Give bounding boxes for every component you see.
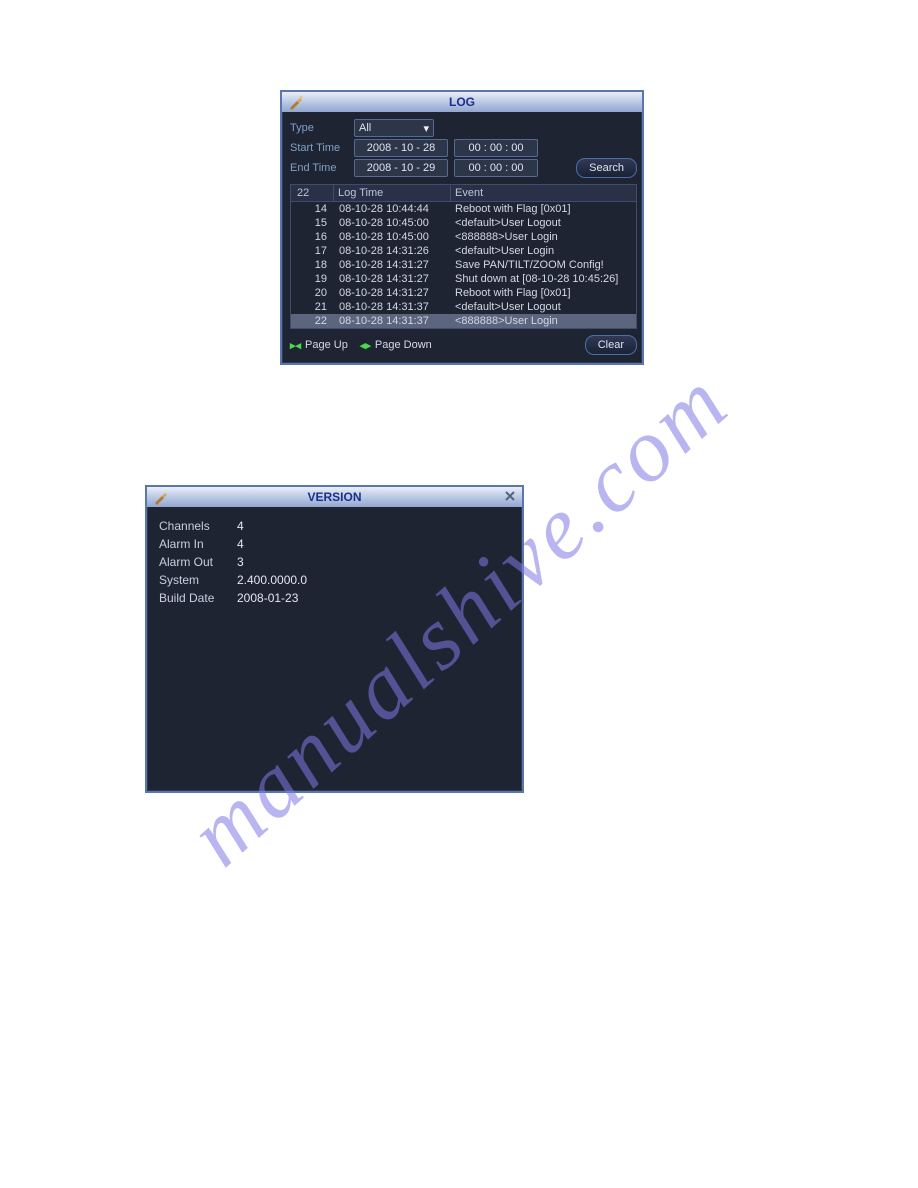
log-app-icon xyxy=(288,94,304,110)
log-row-time: 08-10-28 14:31:27 xyxy=(335,286,451,300)
log-row-index: 14 xyxy=(291,202,335,216)
page-up-button[interactable]: ▸◂ Page Up xyxy=(290,339,348,352)
log-time-header: Log Time xyxy=(334,185,451,201)
log-row-index: 21 xyxy=(291,300,335,314)
version-row: Alarm Out 3 xyxy=(159,553,510,571)
log-count-header: 22 xyxy=(291,185,334,201)
log-row-index: 22 xyxy=(291,314,335,328)
page-up-icon: ▸◂ xyxy=(290,339,301,352)
log-row[interactable]: 1708-10-28 14:31:26<default>User Login xyxy=(291,244,636,258)
log-row[interactable]: 1608-10-28 10:45:00<888888>User Login xyxy=(291,230,636,244)
log-titlebar: LOG xyxy=(282,92,642,112)
log-row[interactable]: 2008-10-28 14:31:27Reboot with Flag [0x0… xyxy=(291,286,636,300)
version-value: 4 xyxy=(237,517,244,535)
log-row[interactable]: 2108-10-28 14:31:37<default>User Logout xyxy=(291,300,636,314)
chevron-down-icon: ▾ xyxy=(423,122,429,135)
log-row[interactable]: 2208-10-28 14:31:37<888888>User Login xyxy=(291,314,636,328)
type-select-value: All xyxy=(359,122,371,134)
end-time-label: End Time xyxy=(290,162,348,174)
search-button[interactable]: Search xyxy=(576,158,637,178)
log-row[interactable]: 1908-10-28 14:31:27Shut down at [08-10-2… xyxy=(291,272,636,286)
close-button[interactable] xyxy=(502,488,518,504)
version-value: 3 xyxy=(237,553,244,571)
version-window: VERSION Channels4Alarm In4Alarm Out3Syst… xyxy=(145,485,524,793)
log-row-event: Reboot with Flag [0x01] xyxy=(451,202,636,216)
page-down-label: Page Down xyxy=(375,339,432,351)
log-row-event: <888888>User Login xyxy=(451,230,636,244)
log-row-index: 20 xyxy=(291,286,335,300)
log-row-event: Reboot with Flag [0x01] xyxy=(451,286,636,300)
log-row-event: <default>User Logout xyxy=(451,216,636,230)
version-titlebar: VERSION xyxy=(147,487,522,507)
log-row-event: <888888>User Login xyxy=(451,314,636,328)
log-row-time: 08-10-28 14:31:26 xyxy=(335,244,451,258)
version-app-icon xyxy=(153,489,169,505)
page-down-icon: ◂▸ xyxy=(360,339,371,352)
log-row-time: 08-10-28 14:31:37 xyxy=(335,300,451,314)
version-key: Alarm Out xyxy=(159,553,225,571)
log-event-header: Event xyxy=(451,185,636,201)
version-value: 2.400.0000.0 xyxy=(237,571,307,589)
page-up-label: Page Up xyxy=(305,339,348,351)
start-time-label: Start Time xyxy=(290,142,348,154)
version-row: Alarm In 4 xyxy=(159,535,510,553)
log-table: 22 Log Time Event 1408-10-28 10:44:44Reb… xyxy=(290,184,637,329)
version-row: System 2.400.0000.0 xyxy=(159,571,510,589)
log-row-event: Save PAN/TILT/ZOOM Config! xyxy=(451,258,636,272)
start-date-input[interactable]: 2008 - 10 - 28 xyxy=(354,139,448,157)
version-row: Channels 4 xyxy=(159,517,510,535)
log-row-index: 18 xyxy=(291,258,335,272)
clear-button[interactable]: Clear xyxy=(585,335,637,355)
log-row-index: 16 xyxy=(291,230,335,244)
log-row[interactable]: 1508-10-28 10:45:00<default>User Logout xyxy=(291,216,636,230)
log-title: LOG xyxy=(449,95,475,109)
type-label: Type xyxy=(290,122,348,134)
start-time-input[interactable]: 00 : 00 : 00 xyxy=(454,139,538,157)
log-row-time: 08-10-28 10:45:00 xyxy=(335,216,451,230)
log-row-index: 17 xyxy=(291,244,335,258)
log-row-index: 19 xyxy=(291,272,335,286)
log-row-time: 08-10-28 14:31:27 xyxy=(335,272,451,286)
end-time-input[interactable]: 00 : 00 : 00 xyxy=(454,159,538,177)
log-row-time: 08-10-28 14:31:37 xyxy=(335,314,451,328)
log-row-event: <default>User Logout xyxy=(451,300,636,314)
log-row-time: 08-10-28 10:44:44 xyxy=(335,202,451,216)
page-down-button[interactable]: ◂▸ Page Down xyxy=(360,339,432,352)
version-row: Build Date 2008-01-23 xyxy=(159,589,510,607)
version-key: System xyxy=(159,571,225,589)
type-select[interactable]: All ▾ xyxy=(354,119,434,137)
version-key: Alarm In xyxy=(159,535,225,553)
version-title: VERSION xyxy=(307,490,361,504)
log-row[interactable]: 1808-10-28 14:31:27Save PAN/TILT/ZOOM Co… xyxy=(291,258,636,272)
log-row-time: 08-10-28 14:31:27 xyxy=(335,258,451,272)
log-row-event: <default>User Login xyxy=(451,244,636,258)
version-key: Build Date xyxy=(159,589,225,607)
log-row-event: Shut down at [08-10-28 10:45:26] xyxy=(451,272,636,286)
log-window: LOG Type All ▾ Start Time 2008 - 10 - 28… xyxy=(280,90,644,365)
log-row-index: 15 xyxy=(291,216,335,230)
version-value: 4 xyxy=(237,535,244,553)
log-row-time: 08-10-28 10:45:00 xyxy=(335,230,451,244)
end-date-input[interactable]: 2008 - 10 - 29 xyxy=(354,159,448,177)
version-key: Channels xyxy=(159,517,225,535)
log-table-header: 22 Log Time Event xyxy=(291,185,636,202)
version-value: 2008-01-23 xyxy=(237,589,298,607)
log-row[interactable]: 1408-10-28 10:44:44Reboot with Flag [0x0… xyxy=(291,202,636,216)
